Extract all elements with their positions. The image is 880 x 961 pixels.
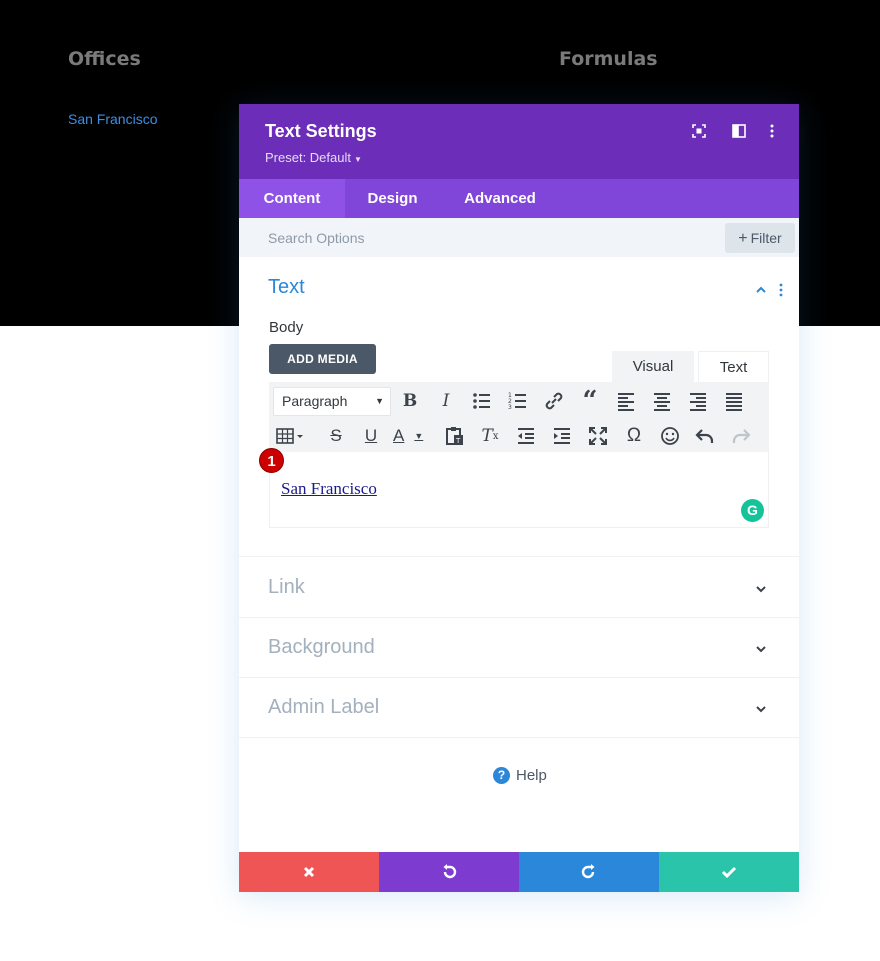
redo-button[interactable] [519,852,659,892]
save-button[interactable] [659,852,799,892]
search-input[interactable]: Search Options [268,230,365,246]
modal-title: Text Settings [265,121,377,141]
plus-icon: + [738,230,748,247]
paragraph-format-select[interactable]: Paragraph ▼ [273,387,391,416]
modal-tabs: Content Design Advanced [239,179,799,218]
caret-down-icon: ▼ [354,155,362,164]
undo-button[interactable] [379,852,519,892]
text-section-title[interactable]: Text [268,276,305,299]
background-section-title[interactable]: Background [268,636,375,659]
redo-icon[interactable] [729,424,753,448]
caret-down-icon: ▼ [375,396,384,406]
help-link[interactable]: ? Help [493,767,547,784]
bold-icon[interactable]: B [398,389,422,413]
strikethrough-icon[interactable]: S [324,424,348,448]
paste-as-text-icon[interactable]: T [443,424,467,448]
discard-button[interactable] [239,852,379,892]
preset-dropdown[interactable]: Preset: Default ▼ [265,150,362,165]
step-number-badge: 1 [259,448,284,473]
chevron-down-icon[interactable] [755,643,767,655]
section-more-icon[interactable] [778,283,784,297]
split-view-icon[interactable] [732,124,746,138]
search-bar: Search Options + Filter [239,218,799,257]
numbered-list-icon[interactable]: 123 [506,389,530,413]
close-icon [303,866,315,878]
undo-icon [443,864,457,879]
redo-icon [581,864,595,879]
san-francisco-link[interactable]: San Francisco [68,111,157,127]
tab-advanced[interactable]: Advanced [440,179,560,218]
align-center-icon[interactable] [650,389,674,413]
filter-label: Filter [750,230,782,246]
clear-formatting-icon[interactable]: Tx [478,424,502,448]
formulas-heading: Formulas [559,48,658,70]
justify-icon[interactable] [722,389,746,413]
more-vertical-icon[interactable] [765,124,779,138]
special-character-icon[interactable]: Ω [622,424,646,448]
divider [239,737,799,738]
outdent-icon[interactable] [514,424,538,448]
divider [239,677,799,678]
undo-icon[interactable] [693,424,717,448]
svg-text:3: 3 [508,404,512,411]
blockquote-icon[interactable]: “ [578,386,602,416]
page: Offices Formulas San Francisco Text Sett… [0,0,880,961]
emoji-icon[interactable] [658,424,682,448]
add-media-button[interactable]: ADD MEDIA [269,344,376,374]
help-icon: ? [493,767,510,784]
text-color-icon[interactable]: A ▼ [393,424,429,448]
chevron-down-icon[interactable] [755,703,767,715]
check-icon [721,866,737,879]
align-right-icon[interactable] [686,389,710,413]
underline-icon[interactable]: U [359,424,383,448]
admin-label-section-title[interactable]: Admin Label [268,696,379,719]
divider [239,556,799,557]
filter-button[interactable]: + Filter [725,223,795,253]
tab-design[interactable]: Design [345,179,440,218]
modal-header: Text Settings Preset: Default ▼ [239,104,799,179]
preset-label: Preset: Default [265,150,351,165]
link-section-title[interactable]: Link [268,576,305,599]
grammarly-icon[interactable]: G [741,499,764,522]
editor-tab-text[interactable]: Text [698,351,769,382]
editor-tab-visual[interactable]: Visual [612,351,694,382]
fullscreen-icon[interactable] [692,124,706,138]
tab-content[interactable]: Content [239,179,345,218]
chevron-up-icon[interactable] [755,284,767,296]
editor-content-area[interactable]: San Francisco G [269,452,769,528]
svg-text:T: T [455,437,461,445]
offices-heading: Offices [68,48,141,70]
bullet-list-icon[interactable] [470,389,494,413]
body-label: Body [269,319,304,336]
chevron-down-icon[interactable] [755,583,767,595]
paragraph-format-value: Paragraph [282,393,348,409]
italic-icon[interactable]: I [434,389,458,413]
modal-footer [239,852,799,892]
divider [239,617,799,618]
text-settings-modal: Text Settings Preset: Default ▼ Content D… [239,104,799,892]
indent-icon[interactable] [550,424,574,448]
fullscreen-icon[interactable] [586,424,610,448]
align-left-icon[interactable] [614,389,638,413]
content-link[interactable]: San Francisco [281,479,377,499]
link-icon[interactable] [542,389,566,413]
table-icon[interactable] [275,424,305,448]
editor-toolbar: Paragraph ▼ B I 123 “ S U A ▼ T Tx Ω [269,382,769,452]
help-label: Help [516,767,547,784]
